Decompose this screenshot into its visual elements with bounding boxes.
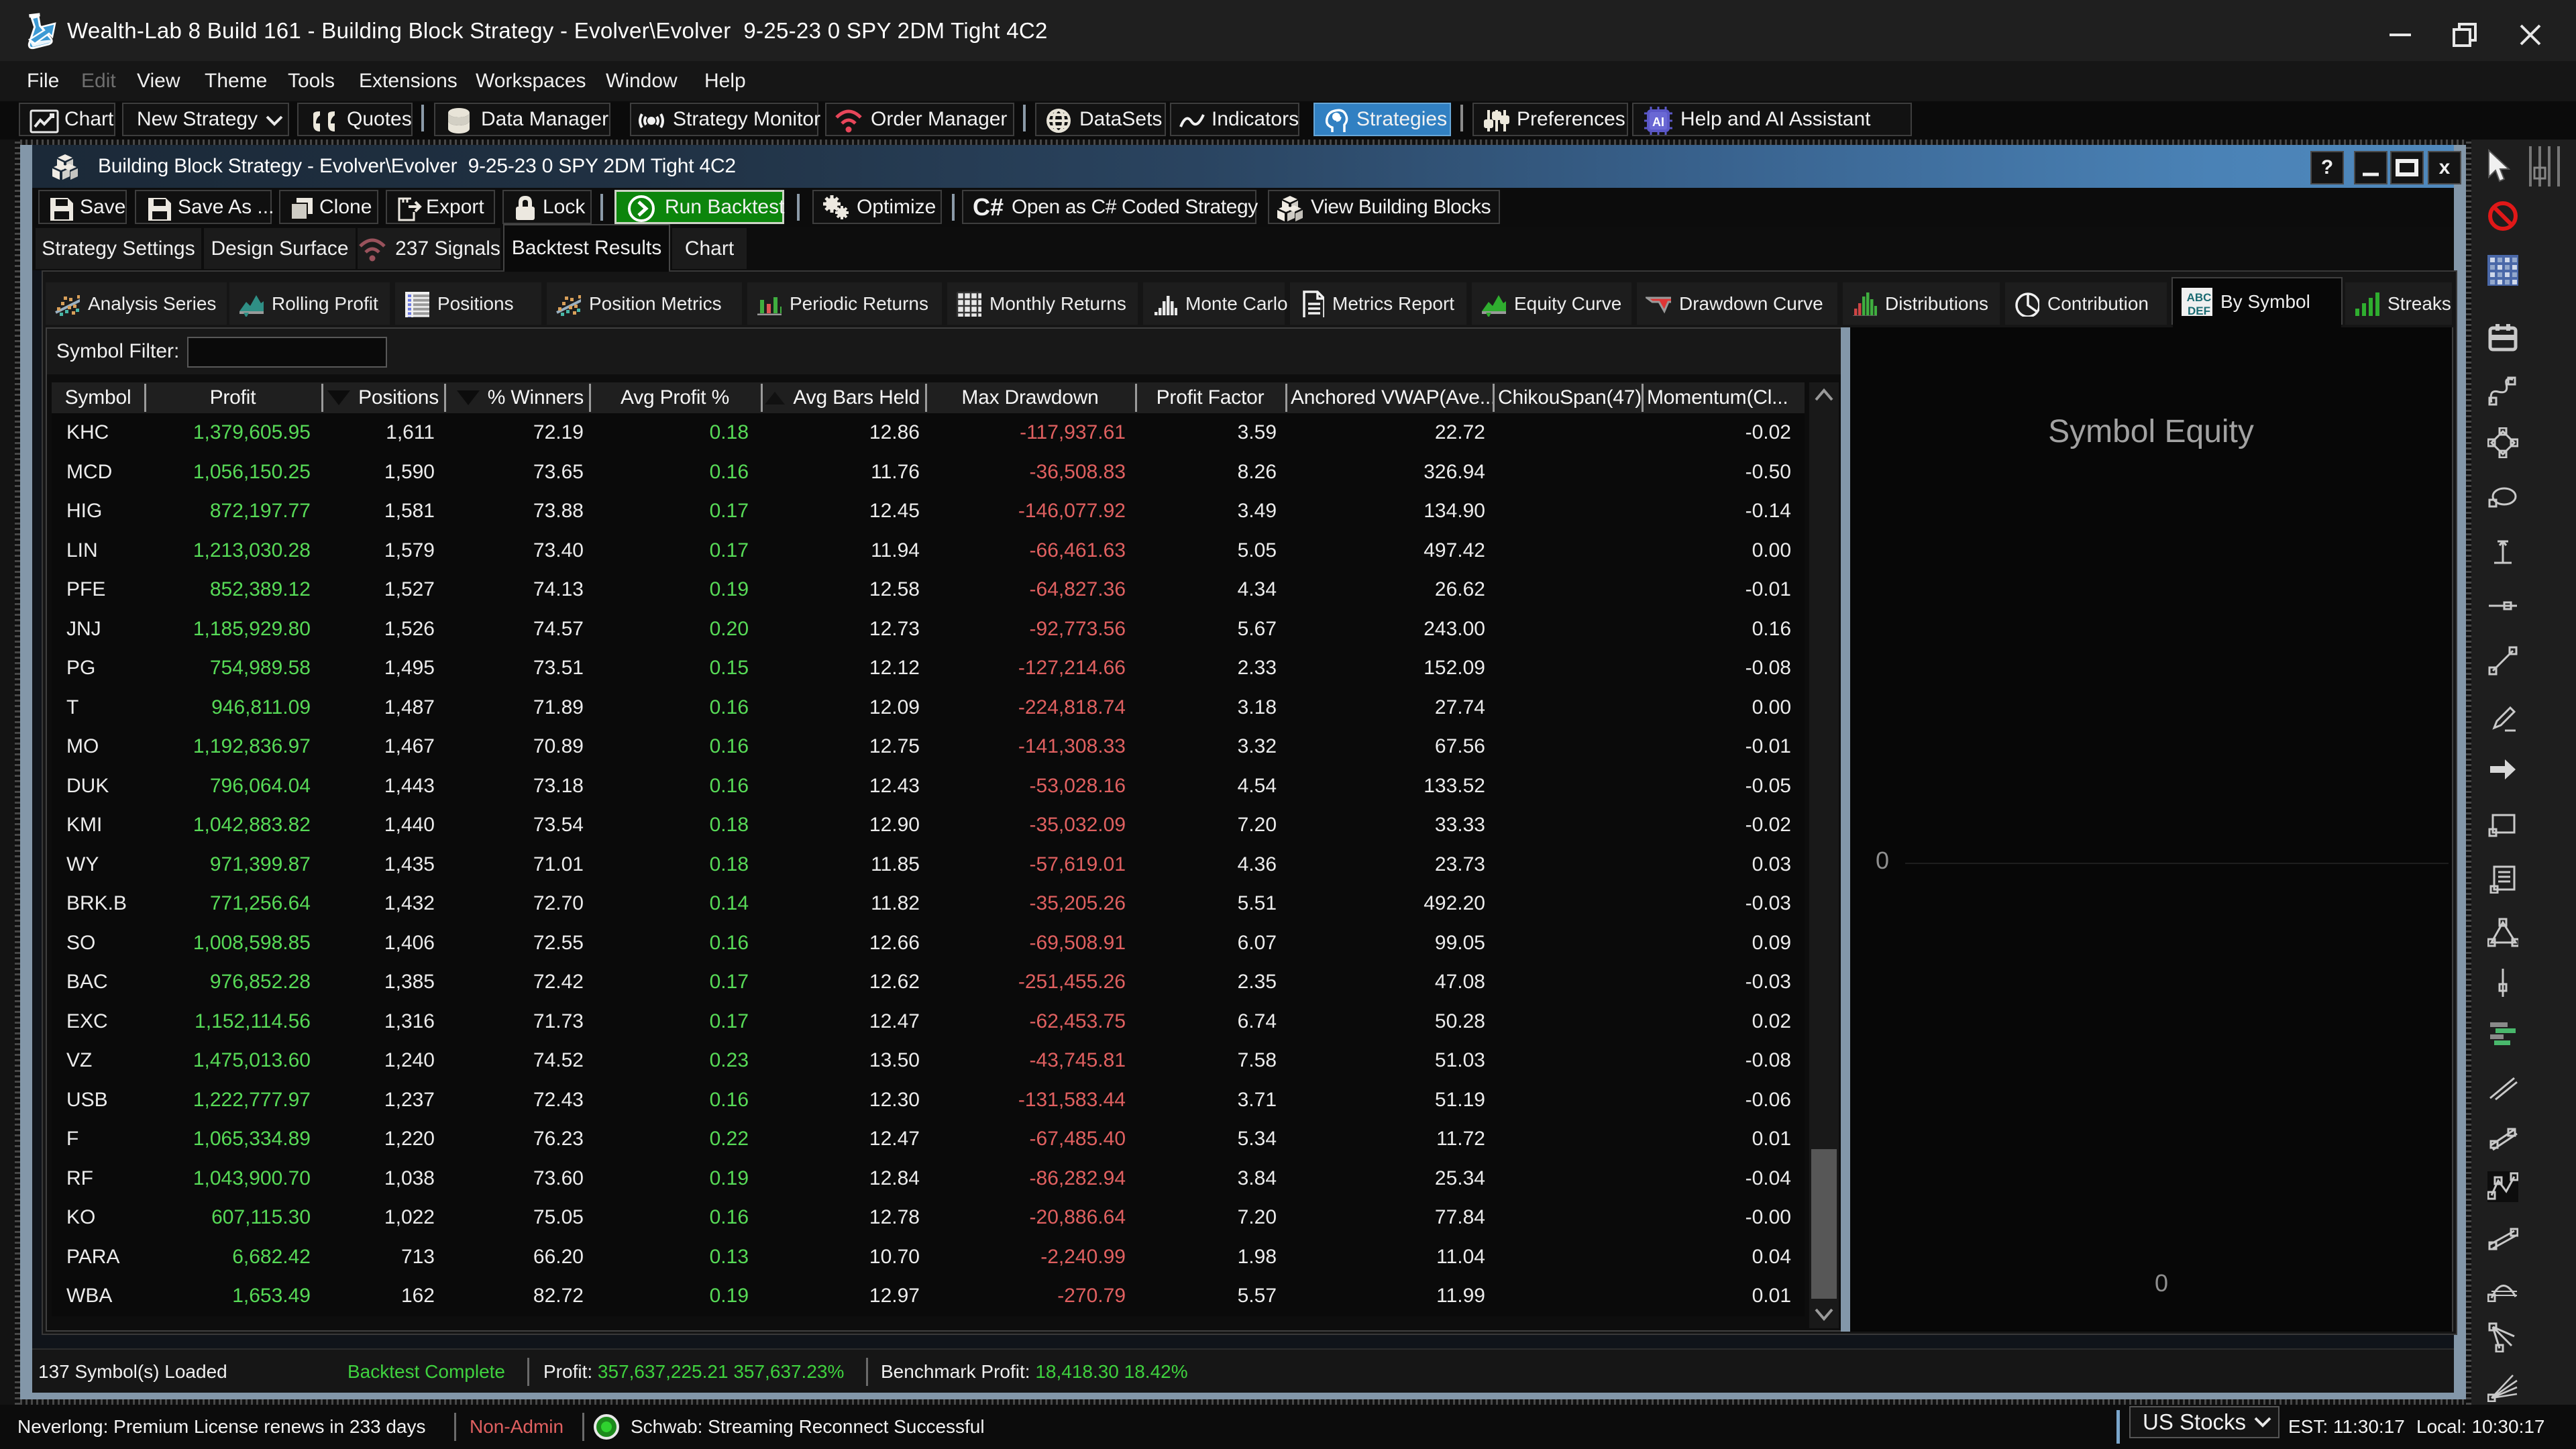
svg-text:DEF: DEF bbox=[2188, 305, 2210, 316]
svg-text:C#: C# bbox=[973, 195, 1004, 221]
svg-text:AI: AI bbox=[1652, 115, 1664, 129]
svg-text:ABC: ABC bbox=[2187, 291, 2212, 304]
